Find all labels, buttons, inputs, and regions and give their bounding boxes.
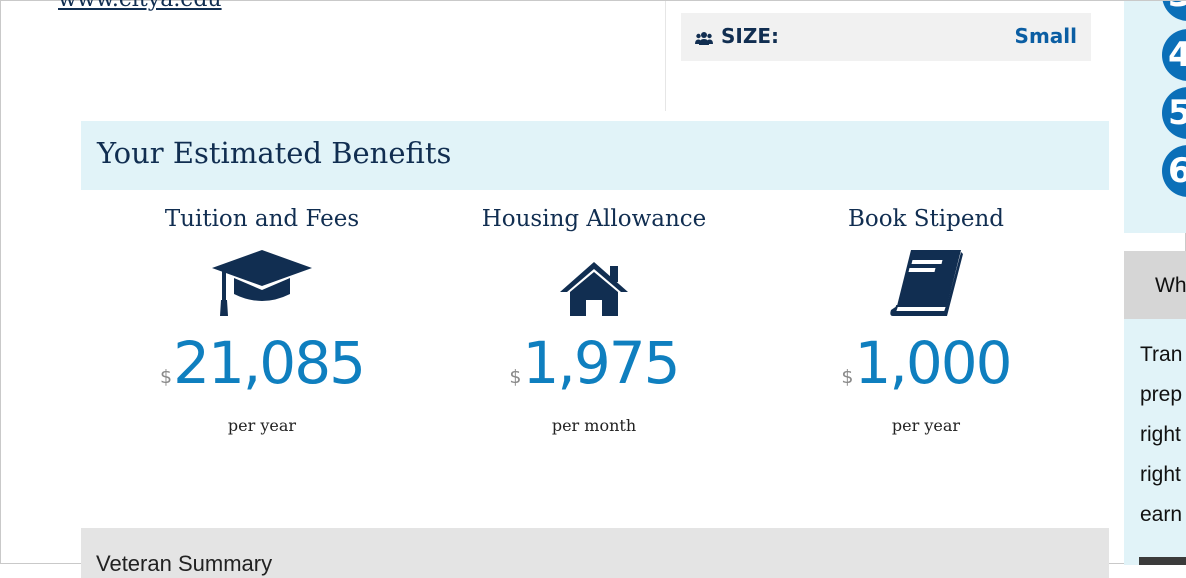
currency-symbol: $	[509, 366, 522, 388]
amount-period: per month	[551, 416, 637, 435]
veteran-summary-header[interactable]: Veteran Summary	[81, 528, 1109, 578]
step-number: 3	[1162, 1, 1186, 21]
benefit-tuition: Tuition and Fees $ 21,085 per year	[112, 206, 412, 435]
amount-period: per year	[891, 416, 961, 435]
sidebar-text-line: right	[1140, 463, 1181, 486]
sidebar-text-line: Tran	[1140, 343, 1183, 366]
sidebar-panel-body: Tran prep right right earn	[1124, 319, 1186, 565]
benefit-amount: $ 1,000	[776, 332, 1076, 394]
amount-period: per year	[227, 416, 297, 435]
school-size-row: SIZE: Small	[681, 13, 1091, 61]
sidebar-text-line: right	[1140, 423, 1181, 446]
sidebar-steps: 3 4 5 6	[1124, 1, 1186, 233]
benefit-title: Book Stipend	[847, 206, 1005, 232]
sidebar-panel-heading: Wh	[1124, 251, 1186, 319]
veteran-summary-title: Veteran Summary	[96, 551, 273, 576]
benefits-header: Your Estimated Benefits	[81, 121, 1109, 190]
size-value: Small	[1014, 24, 1077, 48]
graduation-cap-icon	[112, 250, 412, 318]
benefit-housing: Housing Allowance $ 1,975 per month	[444, 206, 744, 435]
sidebar-text-line: prep	[1140, 383, 1183, 406]
school-website-link[interactable]: www.eltya.edu	[58, 0, 222, 12]
divider	[665, 1, 666, 111]
currency-symbol: $	[841, 366, 854, 388]
amount-value: 1,000	[854, 329, 1013, 397]
sidebar-text-line: earn	[1140, 503, 1183, 526]
amount-value: 21,085	[173, 329, 366, 397]
sidebar-heading-text: Wh	[1155, 274, 1186, 297]
house-icon	[444, 250, 744, 318]
benefit-books: Book Stipend $ 1,000 per year	[776, 206, 1076, 435]
step-number: 4	[1162, 29, 1186, 81]
step-number: 6	[1162, 145, 1186, 197]
benefit-amount: $ 21,085	[112, 332, 412, 394]
currency-symbol: $	[159, 366, 173, 388]
users-icon	[695, 32, 713, 45]
size-label: SIZE:	[721, 24, 780, 48]
book-icon	[776, 250, 1076, 318]
benefit-title: Housing Allowance	[481, 206, 707, 232]
benefit-amount: $ 1,975	[444, 332, 744, 394]
amount-value: 1,975	[522, 329, 681, 397]
benefit-title: Tuition and Fees	[164, 206, 360, 232]
benefits-title: Your Estimated Benefits	[97, 136, 452, 170]
step-number: 5	[1162, 87, 1186, 139]
